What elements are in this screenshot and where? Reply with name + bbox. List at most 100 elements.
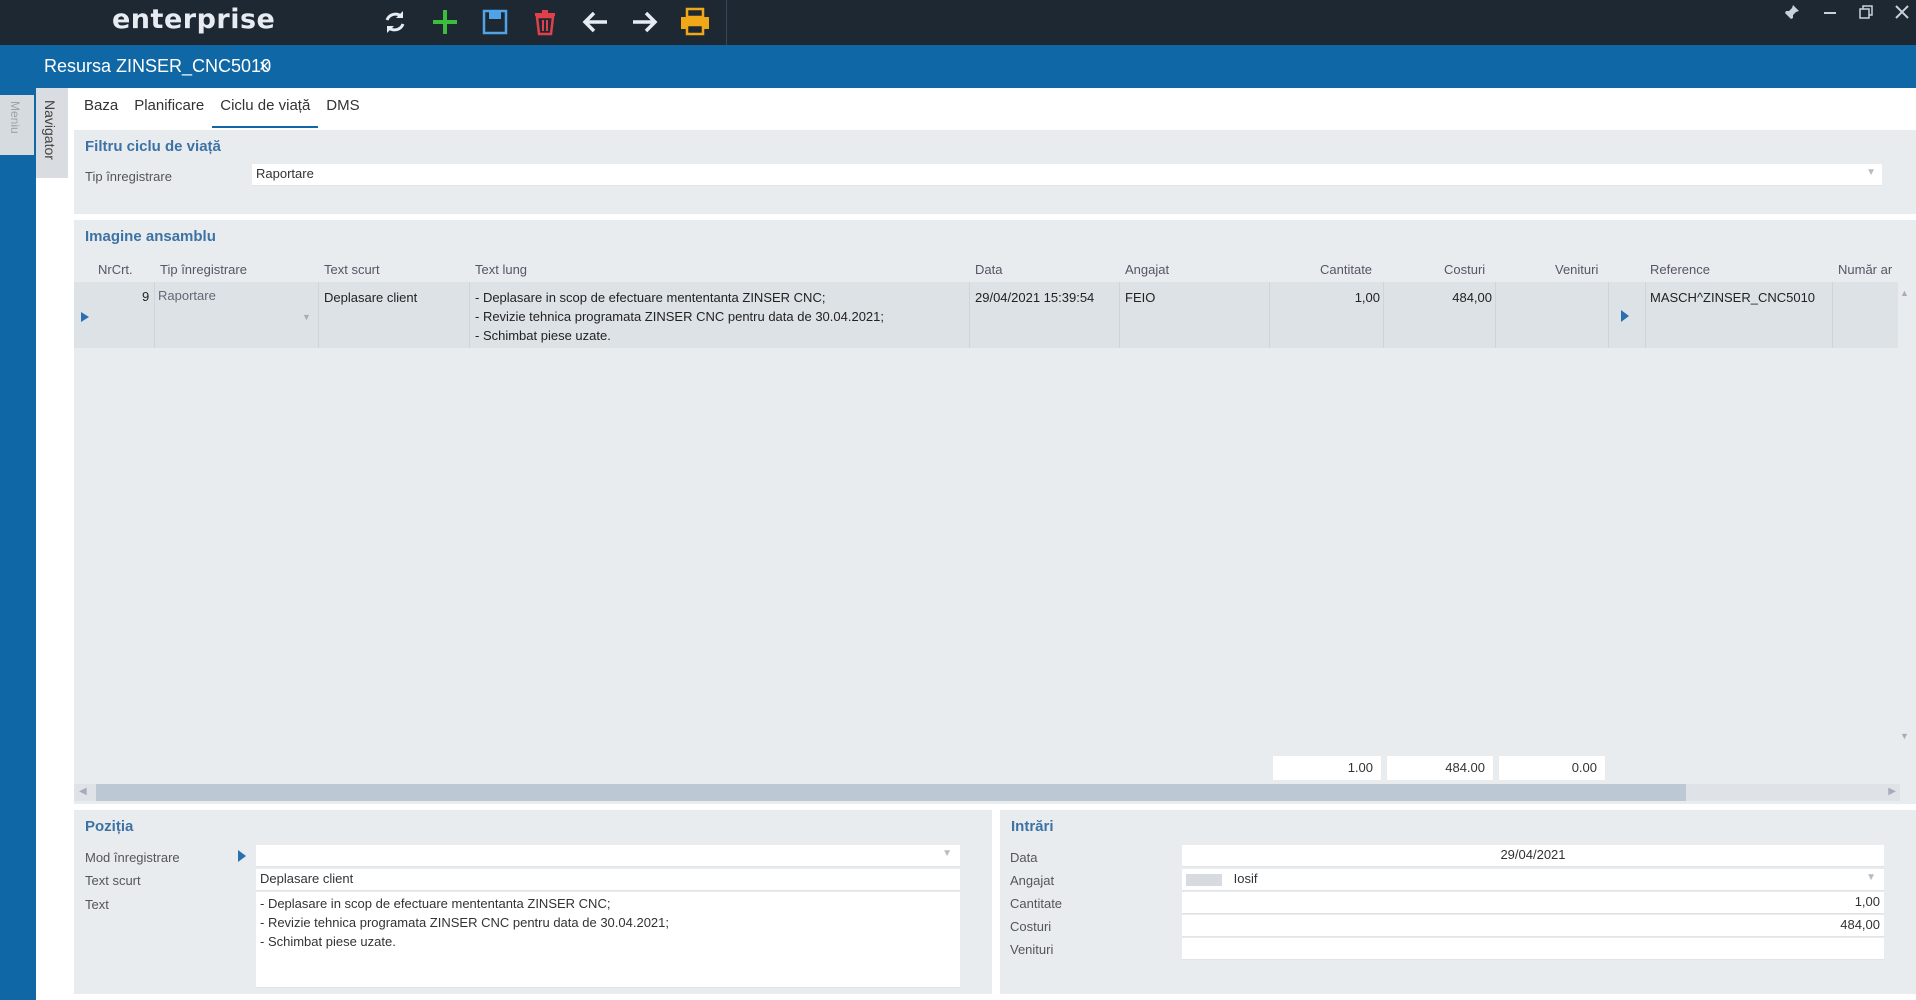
filter-title: Filtru ciclu de viață [85,138,221,155]
avatar [1186,873,1222,886]
row-indicator-icon [81,309,89,325]
scroll-right-icon[interactable]: ▶ [1888,786,1896,797]
cell-text-lung-line-1: - Deplasare in scop de efectuare mentent… [475,290,826,305]
expand-arrow-icon[interactable] [1621,309,1629,325]
cell-divider [1269,282,1270,348]
cell-divider [1645,282,1646,348]
col-header-text-lung[interactable]: Text lung [475,262,527,277]
entries-date-field[interactable]: 29/04/2021 [1182,845,1884,867]
chevron-down-icon: ▼ [1866,167,1876,178]
arrow-right-icon[interactable] [626,4,664,40]
printer-icon[interactable] [676,4,714,40]
cell-nrcrt: 9 [142,289,150,304]
short-text-label: Text scurt [85,873,141,888]
toolbar-separator [726,0,727,45]
scroll-left-icon[interactable]: ◀ [79,786,87,797]
left-rail: Meniu [0,45,36,1000]
col-header-nrcrt[interactable]: NrCrt. [98,262,133,277]
entries-revenue-label: Venituri [1010,942,1054,957]
cell-text-lung-line-2: - Revizie tehnica programata ZINSER CNC … [475,309,884,324]
entries-employee-label: Angajat [1010,873,1055,888]
cell-divider [1495,282,1496,348]
tab-dms[interactable]: DMS [318,88,367,128]
cell-divider [1383,282,1384,348]
scrollbar-thumb[interactable] [96,784,1686,801]
type-label: Tip înregistrare [85,169,172,184]
cell-reference: MASCH^ZINSER_CNC5010 [1650,290,1816,305]
cell-text-scurt: Deplasare client [324,290,418,305]
app-brand: enterprise [112,4,276,35]
close-document-icon[interactable]: × [259,56,270,77]
total-venituri: 0.00 [1499,756,1605,780]
entries-title: Intrări [1011,818,1054,835]
horizontal-scrollbar[interactable]: ◀ ▶ [74,784,1900,801]
text-line-2: - Revizie tehnica programata ZINSER CNC … [260,915,669,930]
cell-text-lung-line-3: - Schimbat piese uzate. [475,328,611,343]
entries-costs-field[interactable]: 484,00 [1182,915,1884,937]
arrow-left-icon[interactable] [576,4,614,40]
col-header-venituri[interactable]: Venituri [1555,262,1598,277]
tab-planificare[interactable]: Planificare [126,88,212,128]
refresh-icon[interactable] [376,4,414,40]
cell-cantitate: 1,00 [1354,290,1380,305]
entries-quantity-field[interactable]: 1,00 [1182,892,1884,914]
col-header-angajat[interactable]: Angajat [1125,262,1169,277]
mode-select[interactable]: ▼ [256,845,960,867]
short-text-field[interactable]: Deplasare client [256,869,960,891]
cell-divider [318,282,319,348]
entries-quantity-label: Cantitate [1010,896,1063,911]
entries-date-label: Data [1010,850,1038,865]
tab-ciclu-de-viata[interactable]: Ciclu de viață [212,88,319,128]
type-select[interactable]: Raportare ▼ [252,164,1882,186]
save-icon[interactable] [476,4,514,40]
overview-title: Imagine ansamblu [85,228,216,245]
mode-arrow-icon[interactable] [238,849,246,865]
tab-baza[interactable]: Baza [76,88,126,128]
cell-divider [1608,282,1609,348]
close-window-icon[interactable] [1884,0,1916,24]
navigator-tab[interactable]: Navigator [36,88,68,178]
cell-divider [469,282,470,348]
menu-tab[interactable]: Meniu [0,95,34,155]
restore-icon[interactable] [1848,0,1884,24]
col-header-cantitate[interactable]: Cantitate [1320,262,1372,277]
document-title: Resursa ZINSER_CNC5010 [44,56,272,76]
col-header-data[interactable]: Data [975,262,1002,277]
col-header-tip[interactable]: Tip înregistrare [160,262,247,277]
text-line-3: - Schimbat piese uzate. [260,934,396,949]
text-line-1: - Deplasare in scop de efectuare mentent… [260,896,611,911]
add-icon[interactable] [426,4,464,40]
delete-icon[interactable] [526,4,564,40]
cell-tip[interactable]: Raportare [158,288,216,303]
cell-divider [1832,282,1833,348]
title-bar: enterprise [0,0,1916,45]
scroll-down-icon[interactable]: ▼ [1900,731,1909,741]
entries-employee-select[interactable]: Iosif ▼ [1182,869,1884,891]
total-costuri: 484.00 [1387,756,1493,780]
col-header-costuri[interactable]: Costuri [1444,262,1485,277]
text-label: Text [85,897,109,912]
cell-divider [969,282,970,348]
entries-revenue-field[interactable] [1182,938,1884,960]
total-cantitate: 1.00 [1273,756,1381,780]
chevron-down-icon: ▼ [942,848,952,859]
type-value: Raportare [256,166,314,181]
chevron-down-icon: ▼ [302,312,311,322]
scroll-up-icon[interactable]: ▲ [1900,288,1909,298]
mode-label: Mod înregistrare [85,850,180,865]
cell-costuri: 484,00 [1452,290,1492,305]
pin-icon[interactable] [1774,0,1810,24]
tab-bar: Baza Planificare Ciclu de viață DMS [76,88,368,128]
col-header-numar[interactable]: Număr ar [1838,262,1892,277]
col-header-reference[interactable]: Reference [1650,262,1710,277]
position-title: Poziția [85,818,134,835]
entries-costs-label: Costuri [1010,919,1052,934]
cell-divider [1119,282,1120,348]
minimize-icon[interactable] [1812,0,1848,24]
cell-data: 29/04/2021 15:39:54 [975,290,1095,305]
text-area[interactable]: - Deplasare in scop de efectuare mentent… [256,892,960,988]
cell-angajat: FEIO [1125,290,1156,305]
filter-panel: Filtru ciclu de viață Tip înregistrare R… [74,130,1916,214]
col-header-text-scurt[interactable]: Text scurt [324,262,380,277]
chevron-down-icon: ▼ [1866,872,1876,883]
